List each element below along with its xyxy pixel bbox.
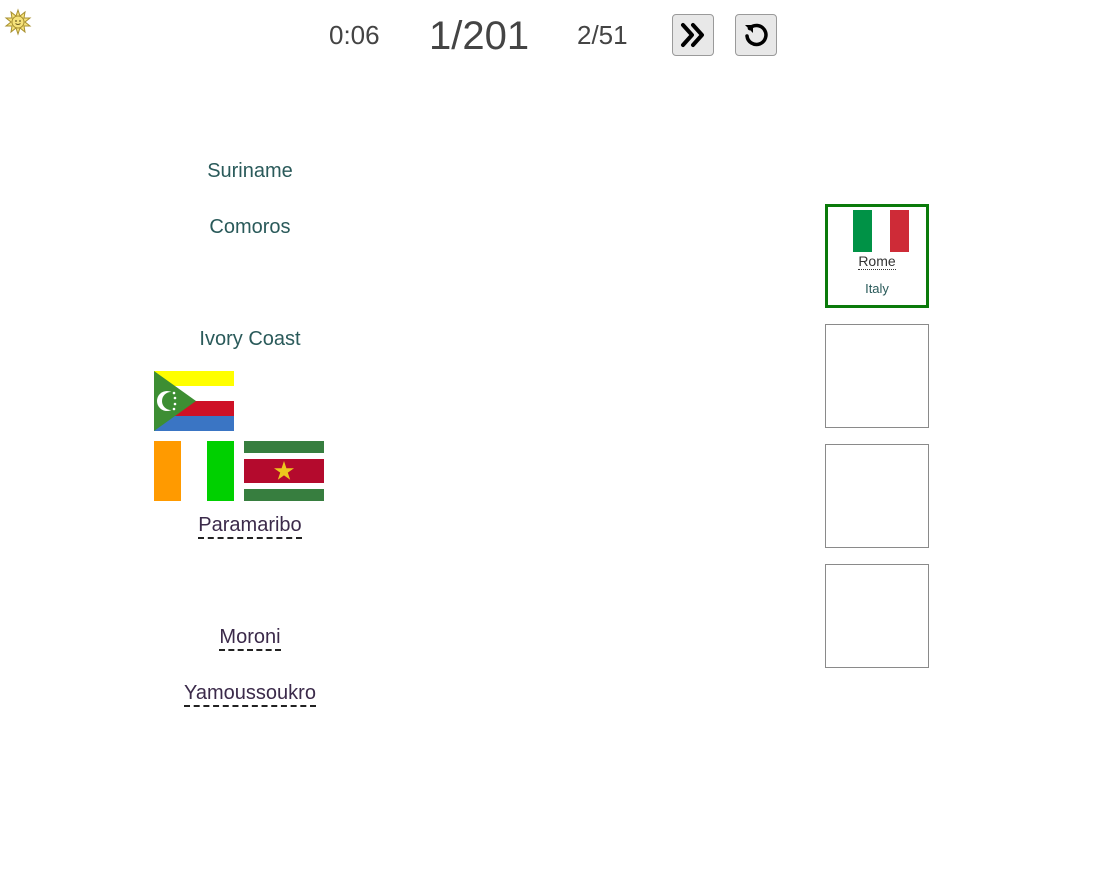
- drop-slot-2[interactable]: [825, 324, 929, 428]
- suriname-flag[interactable]: [244, 441, 324, 501]
- country-label-comoros[interactable]: Comoros: [150, 216, 350, 239]
- skip-button[interactable]: [672, 14, 714, 56]
- slot-capital-label: Rome: [828, 253, 926, 270]
- comoros-flag[interactable]: [154, 371, 234, 431]
- country-label-ivory-coast[interactable]: Ivory Coast: [150, 328, 350, 351]
- drop-slot-4[interactable]: [825, 564, 929, 668]
- sun-icon: [4, 8, 32, 36]
- restart-icon: [745, 23, 768, 47]
- drop-slot-3[interactable]: [825, 444, 929, 548]
- capital-text: Moroni: [219, 626, 281, 651]
- capital-text: Yamoussoukro: [184, 682, 316, 707]
- timer: 0:06: [329, 20, 380, 50]
- double-chevron-right-icon: [681, 23, 704, 47]
- drop-slot-1[interactable]: Rome Italy: [825, 204, 929, 308]
- capital-text: Paramaribo: [198, 514, 302, 539]
- italy-flag: [853, 210, 909, 252]
- capital-label-paramaribo[interactable]: Paramaribo: [150, 514, 350, 539]
- ivory-coast-flag[interactable]: [154, 441, 234, 501]
- progress-counter: 1/201: [429, 14, 530, 58]
- slot-country-label: Italy: [865, 281, 889, 296]
- slot-capital-text: Rome: [858, 253, 896, 270]
- country-label-suriname[interactable]: Suriname: [150, 160, 350, 183]
- score-counter: 2/51: [577, 20, 628, 50]
- capital-label-yamoussoukro[interactable]: Yamoussoukro: [150, 682, 350, 707]
- capital-label-moroni[interactable]: Moroni: [150, 626, 350, 651]
- restart-button[interactable]: [735, 14, 777, 56]
